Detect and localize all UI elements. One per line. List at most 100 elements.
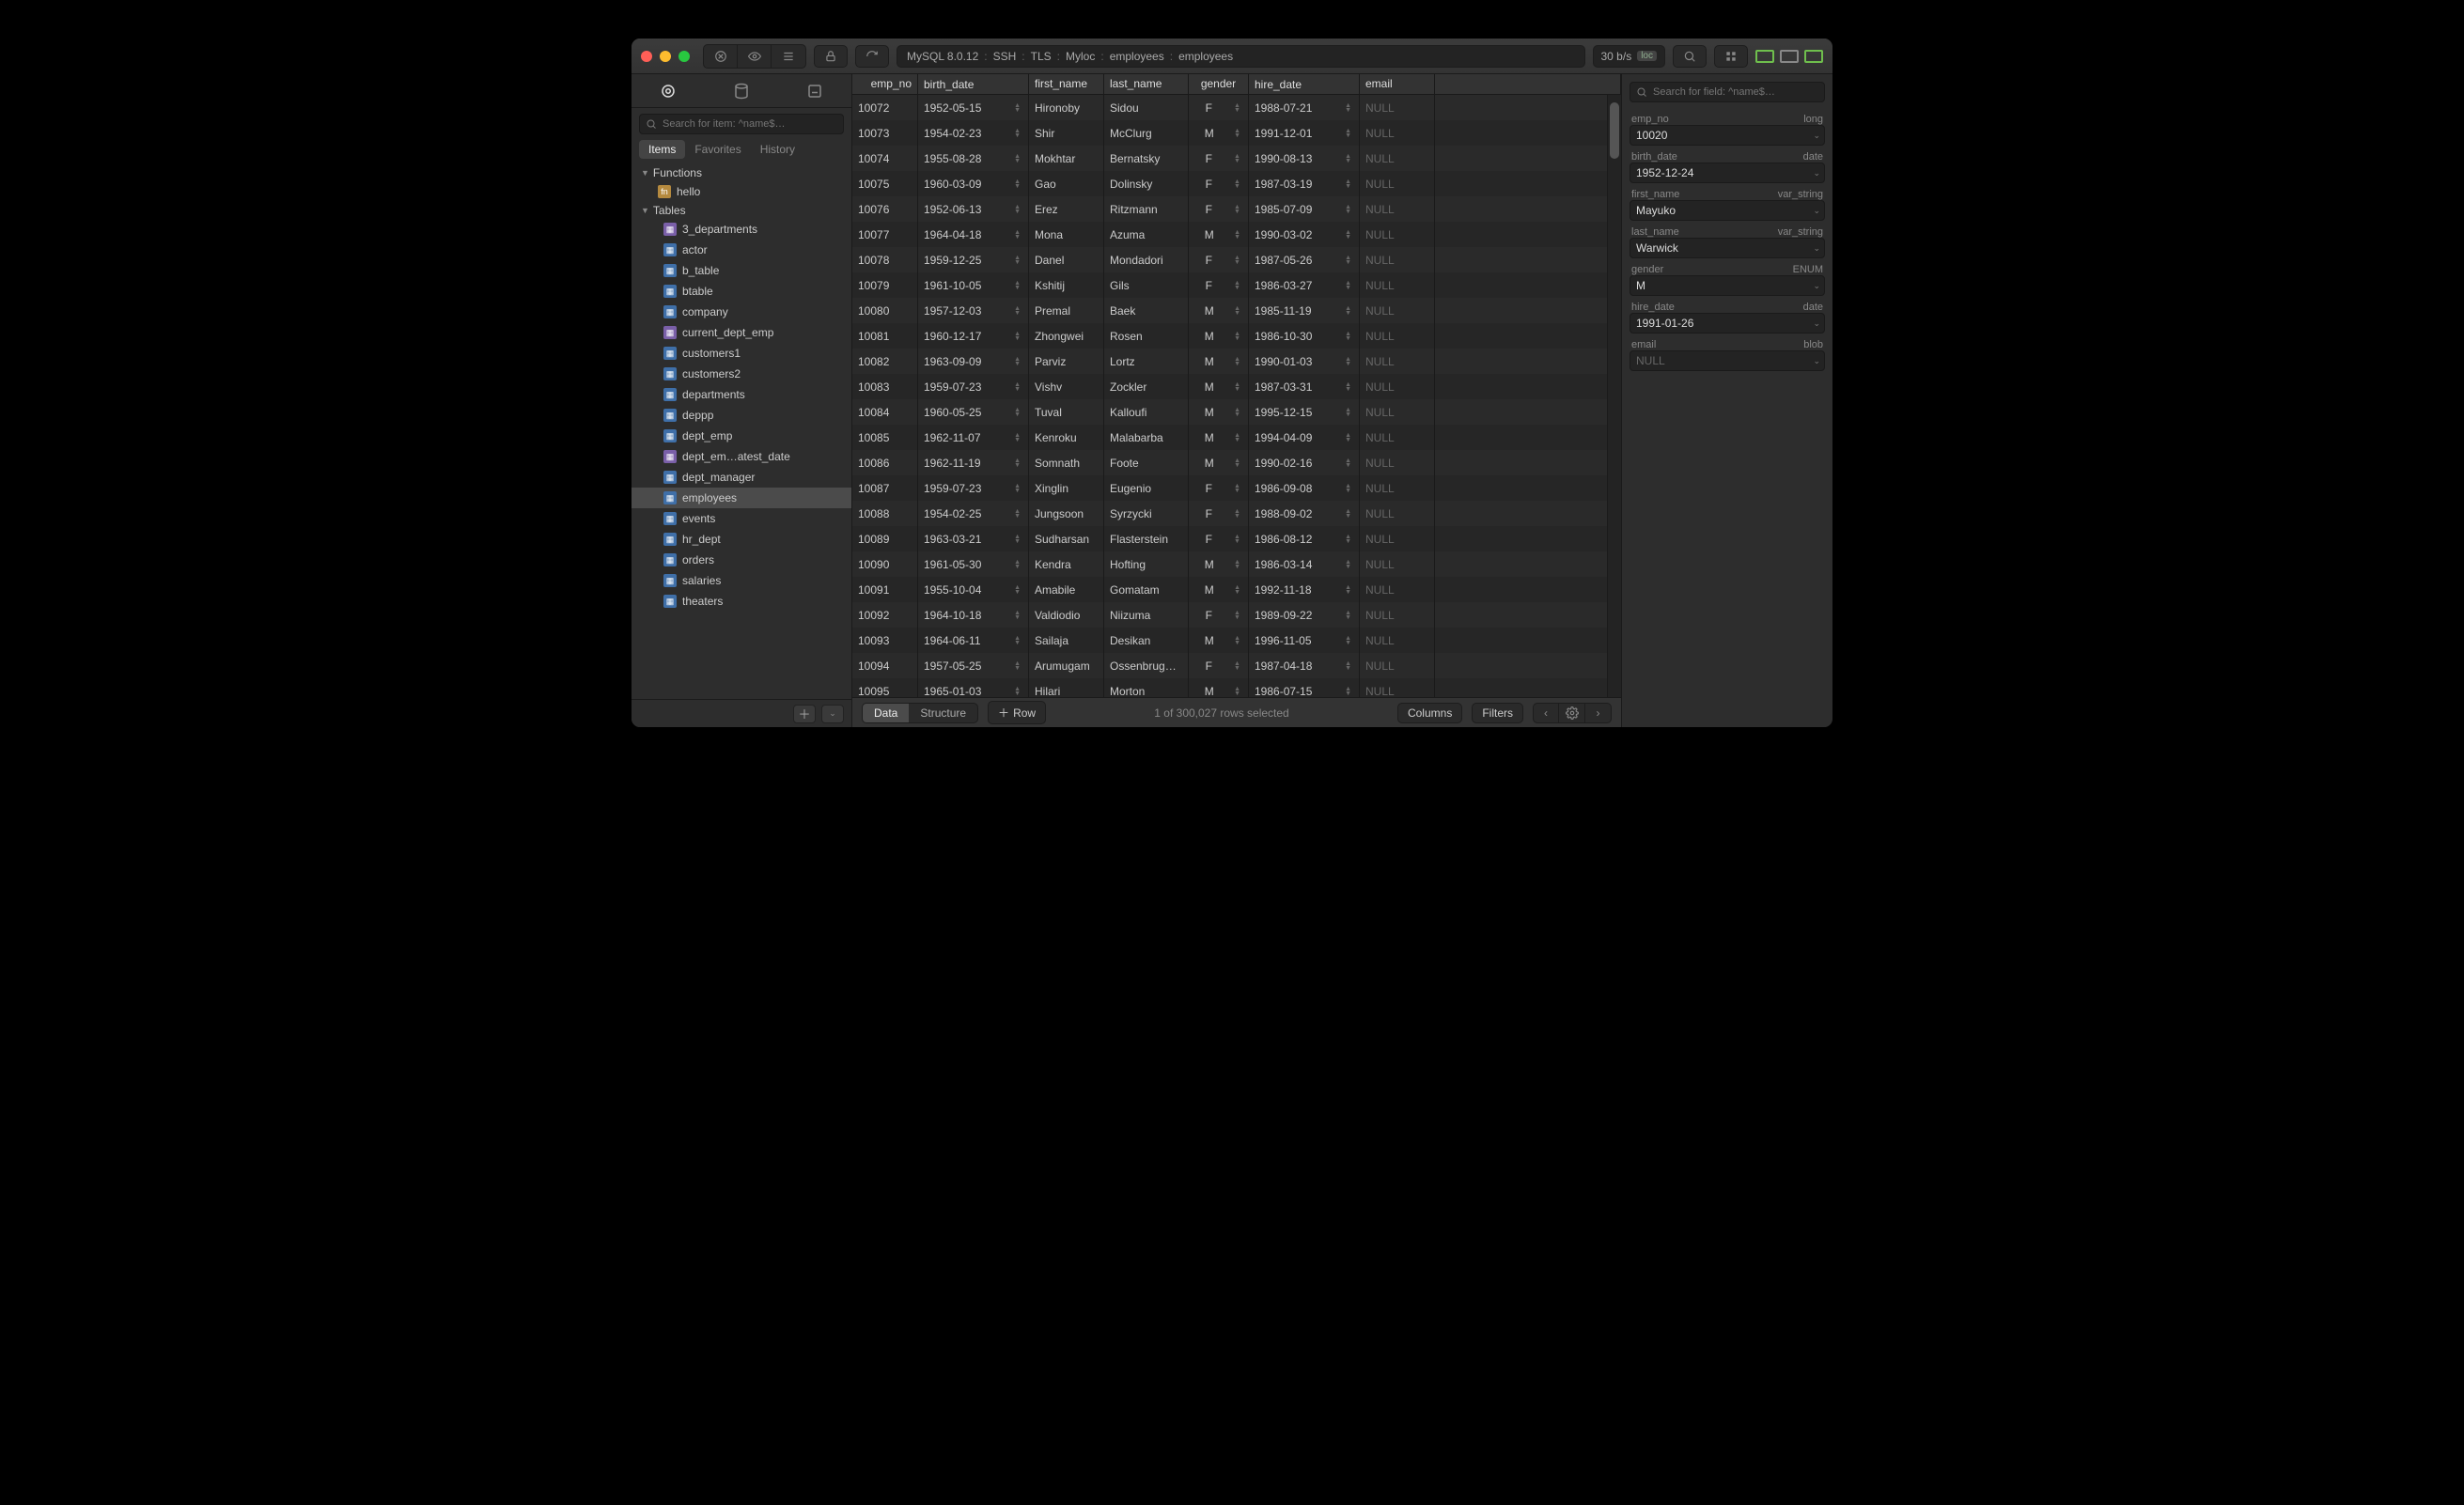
- stepper-icon[interactable]: ▲▼: [1234, 154, 1242, 163]
- chevron-down-icon[interactable]: ⌄: [1813, 206, 1820, 216]
- cell[interactable]: 1989-09-22▲▼: [1249, 602, 1360, 628]
- cell[interactable]: F▲▼: [1189, 146, 1249, 171]
- stepper-icon[interactable]: ▲▼: [1345, 408, 1353, 417]
- stepper-icon[interactable]: ▲▼: [1345, 484, 1353, 493]
- cell[interactable]: 1962-11-07▲▼: [918, 425, 1029, 450]
- cell[interactable]: 1986-09-08▲▼: [1249, 475, 1360, 501]
- cell[interactable]: 1986-08-12▲▼: [1249, 526, 1360, 551]
- table-row[interactable]: 100951965-01-03▲▼HilariMortonM▲▼1986-07-…: [852, 678, 1608, 697]
- stepper-icon[interactable]: ▲▼: [1345, 636, 1353, 645]
- cell[interactable]: 10091: [852, 577, 918, 602]
- stepper-icon[interactable]: ▲▼: [1014, 154, 1022, 163]
- table-row[interactable]: 100781959-12-25▲▼DanelMondadoriF▲▼1987-0…: [852, 247, 1608, 272]
- sql-icon[interactable]: [778, 74, 851, 107]
- table-row[interactable]: 100881954-02-25▲▼JungsoonSyrzyckiF▲▼1988…: [852, 501, 1608, 526]
- cell[interactable]: 10084: [852, 399, 918, 425]
- tree-item-deppp[interactable]: ▦deppp: [632, 405, 851, 426]
- stepper-icon[interactable]: ▲▼: [1234, 256, 1242, 265]
- table-row[interactable]: 100821963-09-09▲▼ParvizLortzM▲▼1990-01-0…: [852, 349, 1608, 374]
- cell[interactable]: 1986-10-30▲▼: [1249, 323, 1360, 349]
- stepper-icon[interactable]: ▲▼: [1234, 509, 1242, 519]
- stepper-icon[interactable]: ▲▼: [1345, 332, 1353, 341]
- col-header-hire_date[interactable]: hire_date: [1249, 74, 1360, 94]
- cell[interactable]: NULL: [1360, 551, 1435, 577]
- table-row[interactable]: 100891963-03-21▲▼SudharsanFlastersteinF▲…: [852, 526, 1608, 551]
- stepper-icon[interactable]: ▲▼: [1014, 382, 1022, 392]
- crumb[interactable]: TLS: [1031, 50, 1052, 63]
- cell[interactable]: Syrzycki: [1104, 501, 1189, 526]
- chevron-down-icon[interactable]: ⌄: [1813, 281, 1820, 291]
- cell[interactable]: 1952-06-13▲▼: [918, 196, 1029, 222]
- stepper-icon[interactable]: ▲▼: [1014, 256, 1022, 265]
- stepper-icon[interactable]: ▲▼: [1234, 661, 1242, 671]
- cell[interactable]: F▲▼: [1189, 171, 1249, 196]
- cell[interactable]: F▲▼: [1189, 501, 1249, 526]
- tree-item-b_table[interactable]: ▦b_table: [632, 260, 851, 281]
- cell[interactable]: NULL: [1360, 475, 1435, 501]
- chevron-down-icon[interactable]: ⌄: [1813, 168, 1820, 178]
- tree-item-theaters[interactable]: ▦theaters: [632, 591, 851, 612]
- stepper-icon[interactable]: ▲▼: [1345, 661, 1353, 671]
- tab-items[interactable]: Items: [639, 140, 685, 159]
- stepper-icon[interactable]: ▲▼: [1345, 103, 1353, 113]
- tree-section[interactable]: ▼ Functions: [632, 164, 851, 181]
- table-row[interactable]: 100871959-07-23▲▼XinglinEugenioF▲▼1986-0…: [852, 475, 1608, 501]
- next-page-icon[interactable]: ›: [1585, 703, 1612, 723]
- stepper-icon[interactable]: ▲▼: [1014, 560, 1022, 569]
- stepper-icon[interactable]: ▲▼: [1234, 687, 1242, 696]
- cell[interactable]: 1959-07-23▲▼: [918, 475, 1029, 501]
- tree-item-employees[interactable]: ▦employees: [632, 488, 851, 508]
- cell[interactable]: Kalloufi: [1104, 399, 1189, 425]
- stepper-icon[interactable]: ▲▼: [1234, 611, 1242, 620]
- cell[interactable]: Hilari: [1029, 678, 1104, 697]
- stepper-icon[interactable]: ▲▼: [1345, 458, 1353, 468]
- cell[interactable]: NULL: [1360, 323, 1435, 349]
- cell[interactable]: M▲▼: [1189, 222, 1249, 247]
- cell[interactable]: Valdiodio: [1029, 602, 1104, 628]
- cell[interactable]: NULL: [1360, 501, 1435, 526]
- zoom-window[interactable]: [678, 51, 690, 62]
- cell[interactable]: 10080: [852, 298, 918, 323]
- chevron-down-icon[interactable]: ⌄: [1813, 131, 1820, 141]
- stepper-icon[interactable]: ▲▼: [1234, 205, 1242, 214]
- cell[interactable]: Amabile: [1029, 577, 1104, 602]
- table-row[interactable]: 100861962-11-19▲▼SomnathFooteM▲▼1990-02-…: [852, 450, 1608, 475]
- seg-structure[interactable]: Structure: [909, 704, 977, 722]
- stepper-icon[interactable]: ▲▼: [1234, 179, 1242, 189]
- cell[interactable]: Eugenio: [1104, 475, 1189, 501]
- cell[interactable]: 1986-07-15▲▼: [1249, 678, 1360, 697]
- stepper-icon[interactable]: ▲▼: [1014, 230, 1022, 240]
- cell[interactable]: M▲▼: [1189, 298, 1249, 323]
- cell[interactable]: Azuma: [1104, 222, 1189, 247]
- stepper-icon[interactable]: ▲▼: [1014, 661, 1022, 671]
- cell[interactable]: 1987-04-18▲▼: [1249, 653, 1360, 678]
- cell[interactable]: 1986-03-27▲▼: [1249, 272, 1360, 298]
- cell[interactable]: M▲▼: [1189, 425, 1249, 450]
- table-row[interactable]: 100761952-06-13▲▼ErezRitzmannF▲▼1985-07-…: [852, 196, 1608, 222]
- stepper-icon[interactable]: ▲▼: [1345, 433, 1353, 442]
- cell[interactable]: M▲▼: [1189, 678, 1249, 697]
- stepper-icon[interactable]: ▲▼: [1345, 129, 1353, 138]
- cell[interactable]: 1991-12-01▲▼: [1249, 120, 1360, 146]
- tree-item-dept_manager[interactable]: ▦dept_manager: [632, 467, 851, 488]
- breadcrumb[interactable]: MySQL 8.0.12: SSH: TLS: Myloc: employees…: [897, 45, 1585, 68]
- tree-item-customers2[interactable]: ▦customers2: [632, 364, 851, 384]
- stepper-icon[interactable]: ▲▼: [1014, 636, 1022, 645]
- cell[interactable]: 10077: [852, 222, 918, 247]
- col-header-emp_no[interactable]: emp_no: [852, 74, 918, 94]
- field-value-emp_no[interactable]: 10020⌄: [1630, 125, 1825, 146]
- cell[interactable]: 1961-05-30▲▼: [918, 551, 1029, 577]
- cell[interactable]: 1960-05-25▲▼: [918, 399, 1029, 425]
- tree-item-customers1[interactable]: ▦customers1: [632, 343, 851, 364]
- cell[interactable]: Kenroku: [1029, 425, 1104, 450]
- right-pane-toggle[interactable]: [1804, 50, 1823, 63]
- cell[interactable]: Zockler: [1104, 374, 1189, 399]
- stepper-icon[interactable]: ▲▼: [1345, 230, 1353, 240]
- tree-item-hello[interactable]: fnhello: [632, 181, 851, 202]
- cell[interactable]: 10085: [852, 425, 918, 450]
- cell[interactable]: M▲▼: [1189, 551, 1249, 577]
- stepper-icon[interactable]: ▲▼: [1234, 458, 1242, 468]
- cell[interactable]: Foote: [1104, 450, 1189, 475]
- cell[interactable]: 10095: [852, 678, 918, 697]
- stepper-icon[interactable]: ▲▼: [1014, 458, 1022, 468]
